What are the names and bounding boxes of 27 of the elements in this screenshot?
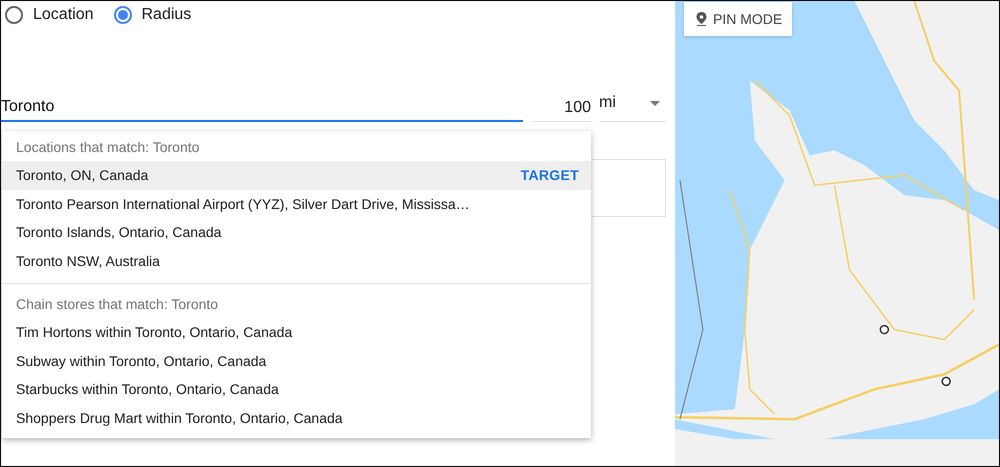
suggestion-item[interactable]: Toronto, ON, Canada TARGET: [2, 161, 591, 190]
suggestion-text: Toronto Islands, Ontario, Canada: [16, 224, 222, 240]
suggestion-item[interactable]: Shoppers Drug Mart within Toronto, Ontario, Canada: [2, 404, 591, 432]
suggestion-item[interactable]: Subway within Toronto, Ontario, Canada: [2, 346, 591, 375]
group-heading: Locations that match: Toronto: [15, 138, 200, 157]
search-field[interactable]: Toronto: [1, 94, 523, 122]
group-heading: Chain stores that match: Toronto: [15, 295, 220, 314]
suggestion-text: Shoppers Drug Mart within Toronto, Ontario, Canada: [16, 410, 343, 426]
suggestion-item[interactable]: Starbucks within Toronto, Ontario, Canada: [2, 375, 591, 404]
suggestion-text: Tim Hortons within Toronto, Ontario, Canada: [16, 324, 292, 340]
suggestion-text: Subway within Toronto, Ontario, Canada: [16, 352, 266, 369]
caret-icon: [650, 101, 660, 106]
unit-dropdown[interactable]: mi: [599, 94, 666, 122]
pin-icon: [696, 12, 707, 26]
suggestion-text: Toronto Pearson International Airport (YYZ), Silver Dart Drive, Mississa…: [16, 196, 470, 212]
pin-mode-button[interactable]: PIN MODE: [684, 2, 792, 36]
suggestion-item[interactable]: Toronto NSW, Australia: [2, 246, 591, 275]
suggestion-text: Toronto NSW, Australia: [16, 252, 160, 269]
target-button[interactable]: TARGET: [518, 165, 581, 186]
suggestion-item[interactable]: Toronto Islands, Ontario, Canada: [2, 218, 591, 246]
suggestion-item[interactable]: Toronto Pearson International Airport (YYZ), Silver Dart Drive, Mississa…: [2, 190, 591, 218]
suggestion-item[interactable]: Tim Hortons within Toronto, Ontario, Canada: [2, 318, 591, 346]
suggestion-text: Toronto, ON, Canada: [16, 167, 148, 184]
radio-option[interactable]: Location: [5, 6, 94, 24]
radius-field[interactable]: 100: [533, 94, 591, 122]
suggestion-text: Starbucks within Toronto, Ontario, Canada: [16, 381, 279, 398]
radio-option[interactable]: Radius: [114, 6, 192, 24]
